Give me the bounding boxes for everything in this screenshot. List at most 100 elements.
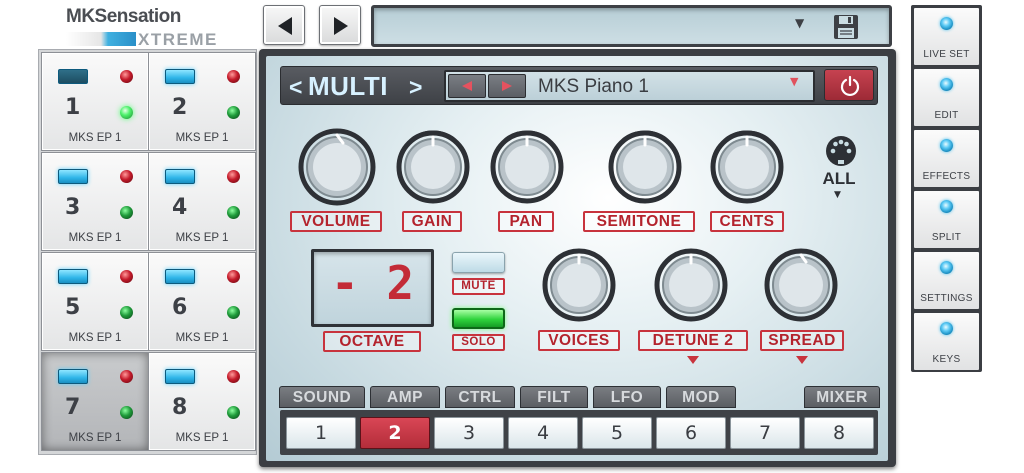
preset-display[interactable]: MKS Piano 1 ▼ [444,70,815,102]
gain-knob[interactable] [394,128,472,206]
active-indicator-icon [227,206,240,219]
menu-effects-button[interactable]: EFFECTS [914,130,979,187]
menu-keys-button[interactable]: KEYS [914,313,979,370]
preset-prev-button[interactable] [448,74,486,98]
part-slot-5[interactable]: 5 MKS EP 1 [41,252,149,351]
record-indicator-icon [120,170,133,183]
tab-mixer[interactable]: MIXER [804,386,880,408]
part-slot-8[interactable]: 8 MKS EP 1 [148,352,256,451]
part-button-8[interactable]: 8 [804,417,874,449]
main-panel: < MULTI > MKS Piano 1 ▼ VOLUME GAIN PAN … [259,49,896,467]
caret-down-icon[interactable] [796,356,808,364]
chevron-down-icon[interactable]: ▼ [834,190,841,200]
chevron-down-icon[interactable]: ▼ [790,75,798,88]
part-led [58,369,88,384]
main-screen: < MULTI > MKS Piano 1 ▼ VOLUME GAIN PAN … [266,56,888,461]
detune-label[interactable]: DETUNE 2 [638,330,748,351]
part-selector: 1 2 3 4 5 6 7 8 [280,410,878,455]
chevron-down-icon[interactable]: ▼ [795,16,804,30]
part-name: MKS EP 1 [175,132,229,144]
part-name: MKS EP 1 [68,332,122,344]
record-indicator-icon [120,270,133,283]
midi-channel-value[interactable]: ALL [814,169,864,189]
octave-display[interactable]: - 2 [311,249,434,327]
part-slot-2[interactable]: 2 MKS EP 1 [148,52,256,151]
indicator-led-icon [940,139,953,152]
tab-lfo[interactable]: LFO [593,386,661,408]
part-button-5[interactable]: 5 [582,417,652,449]
pan-label: PAN [498,211,554,232]
prev-preset-button[interactable] [263,5,305,45]
mute-label: MUTE [452,278,505,295]
tab-amp[interactable]: AMP [370,386,440,408]
tab-mod[interactable]: MOD [666,386,736,408]
menu-edit-button[interactable]: EDIT [914,69,979,126]
part-grid: 1 MKS EP 1 2 MKS EP 1 3 MKS EP 1 4 MKS E… [38,49,257,455]
indicator-led-icon [940,261,953,274]
menu-live-set-button[interactable]: LIVE SET [914,8,979,65]
midi-din-icon[interactable] [823,134,859,168]
semitone-knob[interactable] [606,128,684,206]
octave-value: - 2 [330,256,415,310]
preset-next-button[interactable] [488,74,526,98]
part-slot-6[interactable]: 6 MKS EP 1 [148,252,256,351]
part-led [165,169,195,184]
part-name: MKS EP 1 [175,232,229,244]
tab-ctrl[interactable]: CTRL [445,386,515,408]
record-indicator-icon [227,70,240,83]
solo-label: SOLO [452,334,505,351]
part-number: 7 [65,395,81,420]
record-indicator-icon [227,270,240,283]
header-bar: < MULTI > MKS Piano 1 ▼ [280,66,878,105]
part-slot-3[interactable]: 3 MKS EP 1 [41,152,149,251]
active-indicator-icon [227,406,240,419]
part-slot-7[interactable]: 7 MKS EP 1 [41,352,149,451]
power-icon [840,75,860,97]
part-number: 2 [172,95,188,120]
record-indicator-icon [227,370,240,383]
spread-label[interactable]: SPREAD [760,330,844,351]
part-button-7[interactable]: 7 [730,417,800,449]
next-preset-button[interactable] [319,5,361,45]
cents-label: CENTS [710,211,784,232]
mode-prev-button[interactable]: < [289,74,302,101]
part-button-2[interactable]: 2 [360,417,430,449]
part-button-4[interactable]: 4 [508,417,578,449]
menu-split-button[interactable]: SPLIT [914,191,979,248]
part-number: 3 [65,195,81,220]
volume-knob[interactable] [298,128,376,206]
voices-knob[interactable] [540,246,618,324]
tab-sound[interactable]: SOUND [279,386,365,408]
floppy-disk-icon[interactable] [833,14,859,40]
top-preset-display[interactable]: ▼ [371,5,892,47]
triangle-left-icon [462,81,472,91]
mute-button[interactable] [452,252,505,273]
mode-title: MULTI [308,71,388,101]
logo-title: MKSensation [66,6,181,27]
pan-knob[interactable] [488,128,566,206]
part-button-1[interactable]: 1 [286,417,356,449]
part-slot-4[interactable]: 4 MKS EP 1 [148,152,256,251]
indicator-led-icon [940,17,953,30]
spread-knob[interactable] [762,246,840,324]
part-led [58,169,88,184]
logo-bar [66,32,136,46]
record-indicator-icon [120,370,133,383]
active-indicator-icon [120,306,133,319]
part-number: 1 [65,95,81,120]
active-indicator-icon [227,106,240,119]
caret-down-icon[interactable] [687,356,699,364]
mode-next-button[interactable]: > [409,74,422,101]
power-button[interactable] [824,69,874,101]
menu-settings-button[interactable]: SETTINGS [914,252,979,309]
part-button-6[interactable]: 6 [656,417,726,449]
tab-filt[interactable]: FILT [520,386,588,408]
solo-button[interactable] [452,308,505,329]
part-number: 5 [65,295,81,320]
triangle-left-icon [278,17,292,35]
part-slot-1[interactable]: 1 MKS EP 1 [41,52,149,151]
part-button-3[interactable]: 3 [434,417,504,449]
detune-knob[interactable] [652,246,730,324]
cents-knob[interactable] [708,128,786,206]
logo-subtitle: XTREME [138,30,218,49]
